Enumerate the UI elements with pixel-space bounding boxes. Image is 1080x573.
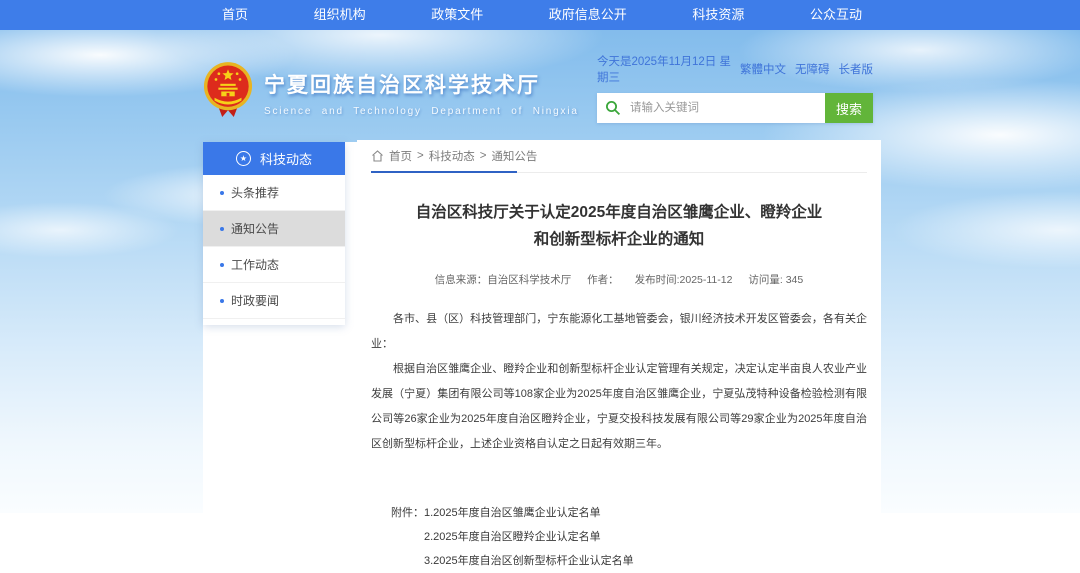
breadcrumb-separator: > [480, 150, 487, 162]
article-title: 自治区科技厅关于认定2025年度自治区雏鹰企业、瞪羚企业 和创新型标杆企业的通知 [371, 199, 867, 253]
site-brand[interactable]: 宁夏回族自治区科学技术厅 Science and Technology Depa… [203, 60, 579, 122]
meta-source-value: 自治区科学技术厅 [487, 274, 571, 286]
breadcrumb-home[interactable]: 首页 [389, 148, 412, 164]
article-body: 各市、县（区）科技管理部门，宁东能源化工基地管委会，银川经济技术开发区管委会，各… [371, 307, 867, 457]
sidebar-item-label: 时政要闻 [231, 292, 279, 309]
search-icon [605, 100, 621, 116]
sidebar-item-label: 工作动态 [231, 256, 279, 273]
site-title: 宁夏回族自治区科学技术厅 [264, 69, 579, 99]
breadcrumb-separator: > [417, 150, 424, 162]
meta-author-label: 作者： [587, 274, 619, 286]
bullet-dot-icon [220, 299, 224, 303]
link-accessibility[interactable]: 无障碍 [795, 61, 830, 77]
link-senior-version[interactable]: 长者版 [839, 61, 874, 77]
meta-views-label: 访问量: [748, 274, 782, 286]
sidebar-title: 科技动态 [260, 149, 312, 168]
article-title-line1: 自治区科技厅关于认定2025年度自治区雏鹰企业、瞪羚企业 [371, 199, 867, 226]
top-navigation-bar: 首页 组织机构 政策文件 政府信息公开 科技资源 公众互动 [0, 0, 1080, 30]
bullet-dot-icon [220, 227, 224, 231]
article-paragraph: 各市、县（区）科技管理部门，宁东能源化工基地管委会，银川经济技术开发区管委会，各… [371, 307, 867, 357]
article-paragraph: 根据自治区雏鹰企业、瞪羚企业和创新型标杆企业认定管理有关规定，决定认定半亩良人农… [371, 357, 867, 457]
attachments-list: 1.2025年度自治区雏鹰企业认定名单 2.2025年度自治区瞪羚企业认定名单 … [424, 501, 634, 573]
attachments-label: 附件： [391, 501, 424, 573]
sidebar-item-current-politics[interactable]: 时政要闻 [203, 283, 345, 319]
attachment-link-2[interactable]: 2.2025年度自治区瞪羚企业认定名单 [424, 525, 634, 549]
breadcrumb-current: 通知公告 [491, 148, 537, 164]
site-subtitle: Science and Technology Department of Nin… [264, 106, 579, 117]
breadcrumb-tech-dynamics[interactable]: 科技动态 [429, 148, 475, 164]
site-title-block: 宁夏回族自治区科学技术厅 Science and Technology Depa… [264, 60, 579, 117]
top-navigation-items: 首页 组织机构 政策文件 政府信息公开 科技资源 公众互动 [212, 0, 872, 30]
sidebar-header: ★ 科技动态 [203, 142, 345, 175]
meta-publish-label: 发布时间: [635, 274, 680, 286]
nav-item-tech-resources[interactable]: 科技资源 [682, 0, 754, 30]
sidebar: ★ 科技动态 头条推荐 通知公告 工作动态 时政要闻 [203, 142, 345, 325]
home-icon [371, 150, 384, 162]
nav-item-organization[interactable]: 组织机构 [304, 0, 376, 30]
nav-item-home[interactable]: 首页 [212, 0, 258, 30]
bullet-dot-icon [220, 263, 224, 267]
nav-item-gov-info-disclosure[interactable]: 政府信息公开 [539, 0, 637, 30]
national-emblem-logo [203, 60, 253, 122]
search-bar: 搜索 [597, 93, 873, 123]
meta-publish-value: 2025-11-12 [680, 274, 733, 286]
sidebar-item-label: 通知公告 [231, 220, 279, 237]
breadcrumb-underline [371, 171, 517, 173]
link-traditional-chinese[interactable]: 繁體中文 [740, 61, 786, 77]
sidebar-item-headline-recommend[interactable]: 头条推荐 [203, 175, 345, 211]
sidebar-item-notices[interactable]: 通知公告 [203, 211, 345, 247]
attachments-block: 附件： 1.2025年度自治区雏鹰企业认定名单 2.2025年度自治区瞪羚企业认… [391, 501, 867, 573]
sidebar-item-label: 头条推荐 [231, 184, 279, 201]
nav-item-policy-documents[interactable]: 政策文件 [421, 0, 493, 30]
search-input-area [597, 93, 825, 123]
header-top-row: 今天是2025年11月12日 星期三 繁體中文 无障碍 长者版 [597, 53, 873, 85]
header-utility-area: 今天是2025年11月12日 星期三 繁體中文 无障碍 长者版 搜索 [597, 53, 873, 123]
bullet-dot-icon [220, 191, 224, 195]
search-button[interactable]: 搜索 [825, 93, 873, 123]
attachment-link-3[interactable]: 3.2025年度自治区创新型标杆企业认定名单 [424, 549, 634, 573]
article-meta: 信息来源：自治区科学技术厅 作者： 发布时间:2025-11-12 访问量: 3… [371, 272, 867, 287]
main-content: 首页 > 科技动态 > 通知公告 自治区科技厅关于认定2025年度自治区雏鹰企业… [357, 140, 881, 513]
article-title-line2: 和创新型标杆企业的通知 [371, 226, 867, 253]
quick-links: 繁體中文 无障碍 长者版 [740, 61, 873, 77]
breadcrumb-divider [371, 172, 867, 173]
search-input[interactable] [628, 101, 798, 115]
star-circle-icon: ★ [236, 151, 251, 166]
meta-source-label: 信息来源： [435, 274, 488, 286]
sidebar-item-work-dynamics[interactable]: 工作动态 [203, 247, 345, 283]
meta-views-value: 345 [786, 274, 804, 286]
breadcrumb: 首页 > 科技动态 > 通知公告 [371, 140, 867, 172]
attachment-link-1[interactable]: 1.2025年度自治区雏鹰企业认定名单 [424, 501, 634, 525]
current-date-text: 今天是2025年11月12日 星期三 [597, 53, 740, 85]
nav-item-public-interaction[interactable]: 公众互动 [800, 0, 872, 30]
